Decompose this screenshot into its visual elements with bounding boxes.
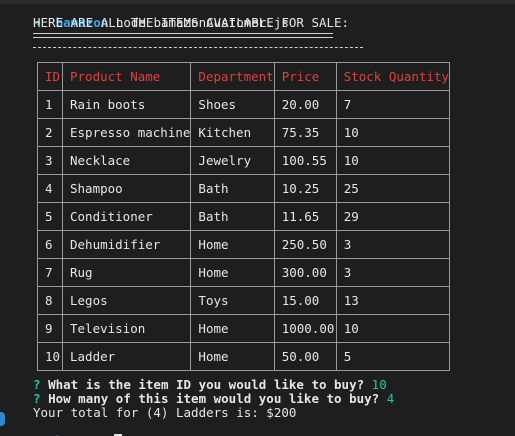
cell-id: 6	[37, 230, 63, 259]
cell-price: 75.35	[273, 118, 337, 147]
cell-id: 8	[37, 286, 63, 315]
header-stock-quantity: Stock Quantity	[335, 62, 451, 91]
cell-product-name: Legos	[61, 286, 192, 315]
table-row: 2 Espresso machine Kitchen 75.35 10	[37, 118, 451, 147]
table-row: 3 Necklace Jewelry 100.55 10	[37, 146, 451, 175]
cell-id: 9	[37, 314, 63, 343]
cell-department: Home	[190, 230, 275, 259]
cell-stock: 10	[335, 118, 451, 147]
cell-department: Bath	[190, 202, 275, 231]
cell-stock: 10	[335, 314, 451, 343]
double-rule-divider	[33, 33, 333, 38]
cell-stock: 5	[335, 342, 451, 371]
inventory-heading: HERE ARE ALL THE ITEMS AVAILABLE FOR SAL…	[33, 15, 350, 30]
cell-stock: 7	[335, 90, 451, 119]
cell-department: Home	[190, 314, 275, 343]
final-prompt-line[interactable]: ➜ bamazon	[33, 420, 123, 436]
table-row: 10 Ladder Home 50.00 5	[37, 342, 451, 371]
cell-price: 10.25	[273, 174, 337, 203]
cell-department: Home	[190, 342, 275, 371]
cell-price: 300.00	[273, 258, 337, 287]
question-text: How many of this item would you like to …	[48, 391, 380, 406]
cell-id: 10	[37, 342, 63, 371]
cell-product-name: Espresso machine	[61, 118, 192, 147]
table-header-row: ID Product Name Department Price Stock Q…	[37, 62, 451, 91]
answer-value: 10	[371, 377, 387, 392]
cell-price: 11.65	[273, 202, 337, 231]
cell-price: 100.55	[273, 146, 337, 175]
cell-product-name: Conditioner	[61, 202, 192, 231]
cell-stock: 3	[335, 230, 451, 259]
question-item-id: ? What is the item ID you would like to …	[33, 378, 387, 392]
inventory-table: ID Product Name Department Price Stock Q…	[37, 62, 451, 371]
header-price: Price	[273, 62, 337, 91]
table-row: 7 Rug Home 300.00 3	[37, 258, 451, 287]
command-line: ➜ bamazon node bamazonCustomer.js	[33, 2, 289, 30]
cell-stock: 3	[335, 258, 451, 287]
question-mark-icon: ?	[33, 391, 41, 406]
question-mark-icon: ?	[33, 377, 41, 392]
question-text: What is the item ID you would like to bu…	[48, 377, 365, 392]
cell-price: 20.00	[273, 90, 337, 119]
cell-id: 7	[37, 258, 63, 287]
cell-id: 2	[37, 118, 63, 147]
cell-price: 250.50	[273, 230, 337, 259]
cell-department: Toys	[190, 286, 275, 315]
table-row: 9 Television Home 1000.00 10	[37, 314, 451, 343]
cell-department: Shoes	[190, 90, 275, 119]
cell-price: 1000.00	[273, 314, 337, 343]
header-product-name: Product Name	[61, 62, 192, 91]
cell-department: Bath	[190, 174, 275, 203]
header-id: ID	[37, 62, 63, 91]
cell-product-name: Necklace	[61, 146, 192, 175]
cell-product-name: Rain boots	[61, 90, 192, 119]
table-row: 8 Legos Toys 15.00 13	[37, 286, 451, 315]
answer-value: 4	[386, 391, 395, 406]
cell-stock: 25	[335, 174, 451, 203]
cell-department: Kitchen	[190, 118, 275, 147]
table-row: 6 Dehumidifier Home 250.50 3	[37, 230, 451, 259]
dashed-rule-divider	[33, 47, 363, 50]
table-row: 4 Shampoo Bath 10.25 25	[37, 174, 451, 203]
cell-product-name: Television	[61, 314, 192, 343]
cell-stock: 13	[335, 286, 451, 315]
cell-price: 50.00	[273, 342, 337, 371]
cell-id: 1	[37, 90, 63, 119]
cell-id: 5	[37, 202, 63, 231]
order-total-line: Your total for (4) Ladders is: $200	[33, 405, 297, 420]
table-row: 1 Rain boots Shoes 20.00 7	[37, 90, 451, 119]
cell-department: Jewelry	[190, 146, 275, 175]
cell-product-name: Dehumidifier	[61, 230, 192, 259]
cell-price: 15.00	[273, 286, 337, 315]
cell-department: Home	[190, 258, 275, 287]
cell-id: 3	[37, 146, 63, 175]
cell-product-name: Shampoo	[61, 174, 192, 203]
cell-id: 4	[37, 174, 63, 203]
cell-product-name: Rug	[61, 258, 192, 287]
cell-product-name: Ladder	[61, 342, 192, 371]
cell-stock: 10	[335, 146, 451, 175]
table-row: 5 Conditioner Bath 11.65 29	[37, 202, 451, 231]
header-department: Department	[190, 62, 275, 91]
cell-stock: 29	[335, 202, 451, 231]
question-quantity: ? How many of this item would you like t…	[33, 392, 394, 406]
side-indicator	[0, 412, 5, 426]
